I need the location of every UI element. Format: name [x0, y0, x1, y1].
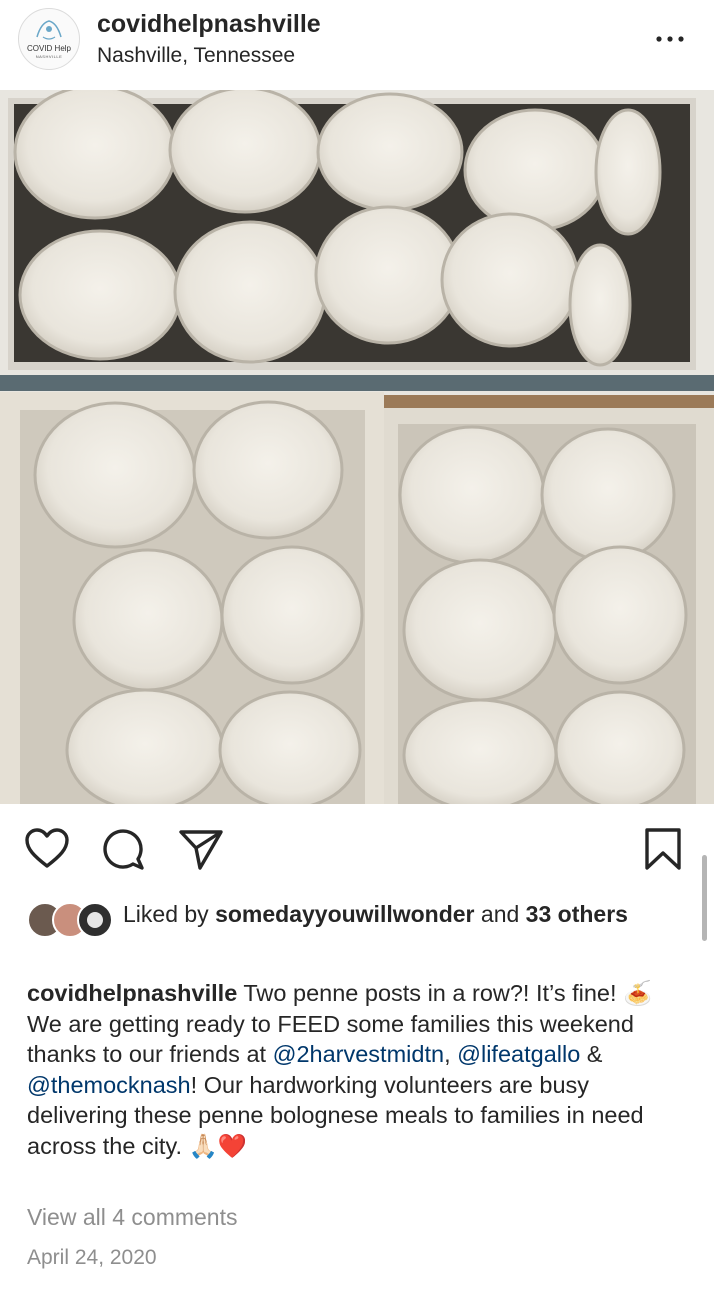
- mention-link[interactable]: @themocknash: [27, 1072, 191, 1098]
- likes-prefix: Liked by: [123, 901, 216, 927]
- liker-avatars-icon: [27, 902, 113, 938]
- post-date: April 24, 2020: [27, 1246, 157, 1269]
- likes-others[interactable]: 33 others: [526, 901, 628, 927]
- caption-username[interactable]: covidhelpnashville: [27, 980, 237, 1006]
- profile-avatar[interactable]: COVID Help NASHVILLE: [18, 8, 80, 70]
- view-all-comments-link[interactable]: View all 4 comments: [27, 1204, 238, 1231]
- share-button[interactable]: [178, 826, 224, 872]
- more-options-icon: [656, 36, 684, 42]
- likes-middle: and: [474, 901, 526, 927]
- comment-icon: [103, 829, 144, 870]
- avatar-label: COVID Help: [26, 44, 71, 53]
- meal-containers-photo: [0, 84, 714, 812]
- comment-button[interactable]: [100, 826, 146, 872]
- post-photo[interactable]: [0, 84, 714, 812]
- more-options-button[interactable]: [652, 24, 688, 54]
- post-location[interactable]: Nashville, Tennessee: [97, 44, 295, 68]
- caption-separator: ,: [444, 1041, 458, 1068]
- share-icon: [179, 830, 223, 870]
- post-caption: covidhelpnashville Two penne posts in a …: [27, 978, 687, 1162]
- mention-link[interactable]: @2harvestmidtn: [273, 1041, 444, 1067]
- avatar-sublabel: NASHVILLE: [35, 54, 63, 59]
- like-button[interactable]: [24, 826, 70, 872]
- scrollbar[interactable]: [702, 855, 707, 941]
- likes-summary[interactable]: Liked by somedayyouwillwonder and 33 oth…: [123, 899, 683, 930]
- mention-link[interactable]: @lifeatgallo: [457, 1041, 580, 1067]
- liker-username[interactable]: somedayyouwillwonder: [215, 901, 474, 927]
- save-button[interactable]: [642, 826, 688, 872]
- bookmark-icon: [645, 828, 681, 870]
- post-header: COVID Help NASHVILLE covidhelpnashville …: [0, 0, 714, 90]
- covid-help-logo: [36, 20, 62, 40]
- liked-by-avatars[interactable]: [26, 901, 114, 939]
- heart-icon: [25, 828, 69, 868]
- post-username[interactable]: covidhelpnashville: [97, 10, 321, 39]
- caption-separator: &: [580, 1041, 603, 1068]
